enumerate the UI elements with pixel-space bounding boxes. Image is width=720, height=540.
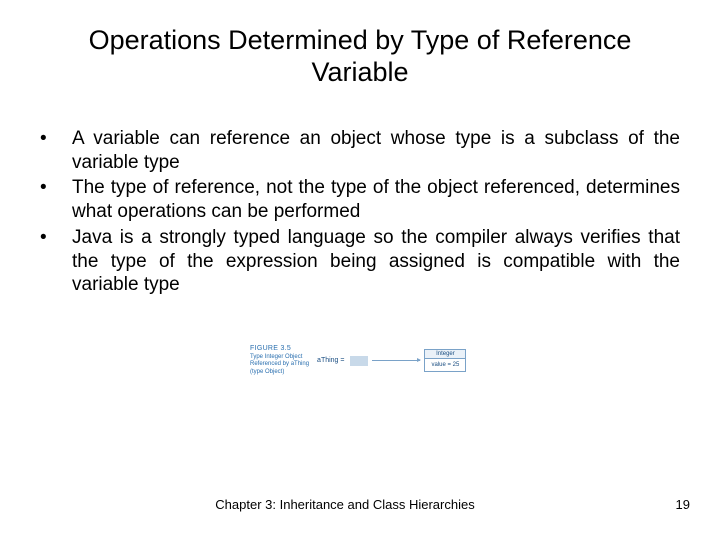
- figure-caption-line: Type Integer Object: [250, 354, 309, 362]
- slide-title: Operations Determined by Type of Referen…: [0, 0, 720, 99]
- page-number: 19: [630, 497, 720, 512]
- figure-caption: FIGURE 3.5 Type Integer Object Reference…: [250, 345, 309, 376]
- footer-chapter: Chapter 3: Inheritance and Class Hierarc…: [0, 497, 630, 512]
- arrow-icon: [372, 360, 420, 361]
- bullet-marker: •: [40, 226, 72, 297]
- bullet-list: • A variable can reference an object who…: [40, 127, 680, 297]
- figure-variable-name: aThing =: [317, 357, 344, 364]
- bullet-marker: •: [40, 127, 72, 175]
- object-value: value = 25: [425, 359, 465, 371]
- bullet-text: Java is a strongly typed language so the…: [72, 226, 680, 297]
- bullet-text: The type of reference, not the type of t…: [72, 176, 680, 224]
- list-item: • A variable can reference an object who…: [40, 127, 680, 175]
- figure: FIGURE 3.5 Type Integer Object Reference…: [250, 345, 466, 376]
- reference-box-icon: [350, 356, 368, 366]
- arrowhead-icon: [417, 358, 421, 362]
- list-item: • The type of reference, not the type of…: [40, 176, 680, 224]
- slide-footer: Chapter 3: Inheritance and Class Hierarc…: [0, 497, 720, 512]
- list-item: • Java is a strongly typed language so t…: [40, 226, 680, 297]
- object-box: Integer value = 25: [424, 349, 466, 372]
- bullet-text: A variable can reference an object whose…: [72, 127, 680, 175]
- bullet-marker: •: [40, 176, 72, 224]
- object-type: Integer: [425, 350, 465, 359]
- slide: Operations Determined by Type of Referen…: [0, 0, 720, 540]
- figure-caption-line: (type Object): [250, 369, 309, 377]
- figure-label: FIGURE 3.5: [250, 345, 309, 354]
- figure-caption-line: Referenced by aThing: [250, 361, 309, 369]
